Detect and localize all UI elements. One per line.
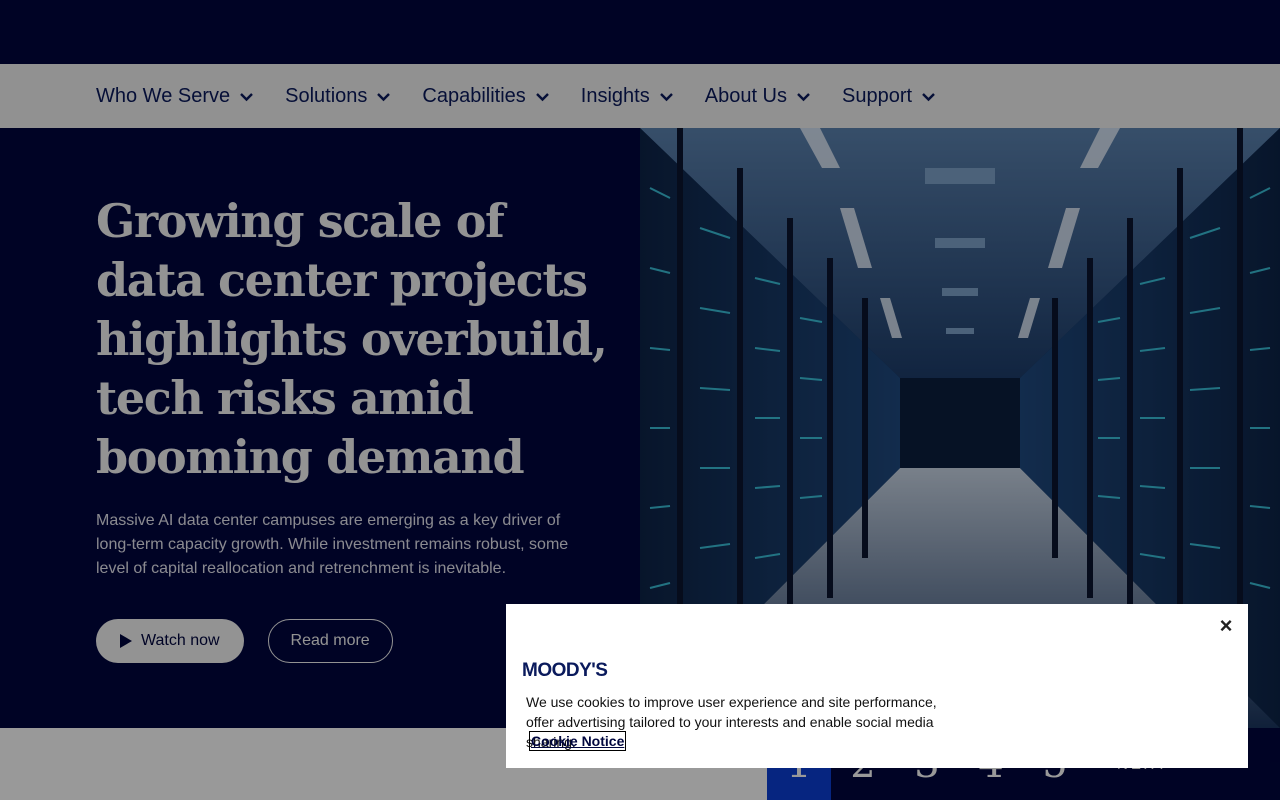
close-icon[interactable]: ×: [1216, 615, 1236, 637]
cookie-banner: × MOODY'S We use cookies to improve user…: [506, 604, 1248, 768]
cookie-notice-link[interactable]: Cookie Notice: [529, 731, 627, 751]
moodys-logo: MOODY'S: [522, 660, 608, 681]
